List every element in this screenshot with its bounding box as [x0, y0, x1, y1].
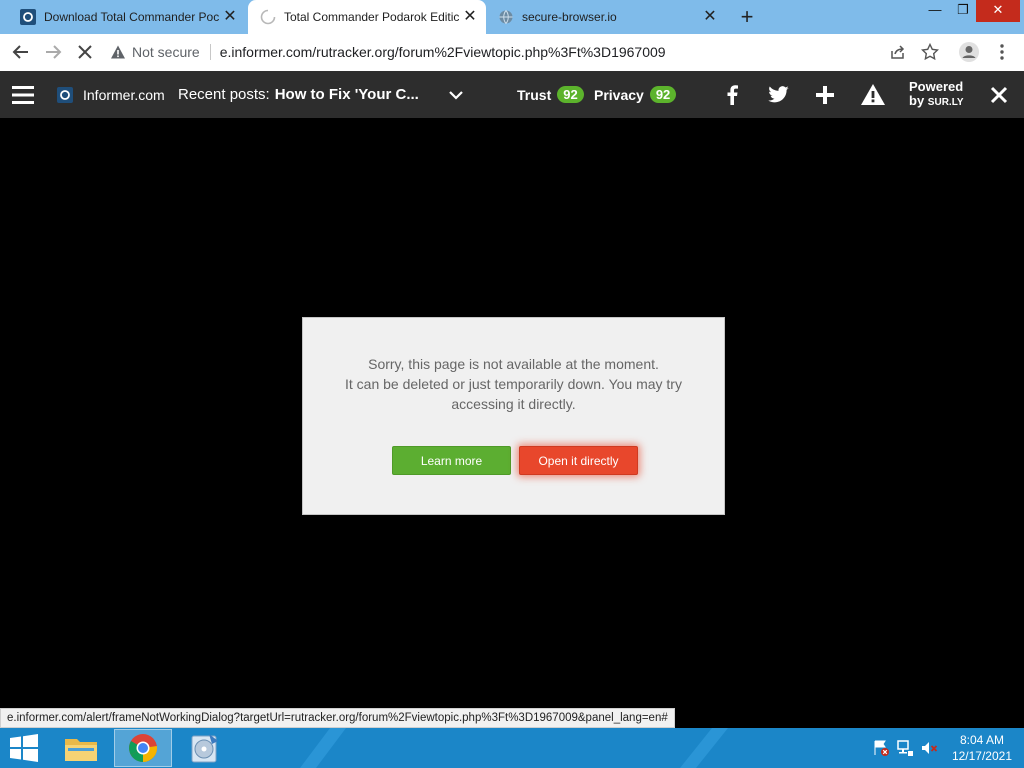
- divider: [209, 44, 211, 60]
- browser-toolbar: Not secure e.informer.com/rutracker.org/…: [0, 34, 1024, 72]
- close-tab-icon[interactable]: ✕: [222, 9, 238, 25]
- informer-favicon-icon: [20, 9, 36, 25]
- security-status[interactable]: Not secure: [132, 44, 200, 60]
- taskbar-file-explorer[interactable]: [52, 729, 110, 767]
- privacy-rating[interactable]: Privacy 92: [594, 71, 677, 118]
- frame-not-working-dialog: Sorry, this page is not available at the…: [302, 317, 725, 515]
- tab-title: secure-browser.io: [522, 10, 617, 24]
- tab-strip: Download Total Commander Poc ✕ Total Com…: [0, 0, 1024, 34]
- back-button[interactable]: [9, 40, 33, 64]
- taskbar-clock[interactable]: 8:04 AM 12/17/2021: [952, 732, 1012, 764]
- tab-secure-browser[interactable]: secure-browser.io ✕: [488, 0, 726, 34]
- trust-badge: 92: [557, 86, 584, 103]
- close-tab-icon[interactable]: ✕: [462, 9, 478, 25]
- network-icon[interactable]: [896, 739, 914, 757]
- learn-more-button[interactable]: Learn more: [392, 446, 511, 475]
- kebab-menu-icon: [1000, 44, 1004, 60]
- new-tab-button[interactable]: +: [737, 6, 757, 28]
- twitter-share-button[interactable]: [768, 71, 789, 118]
- add-button[interactable]: [816, 71, 834, 118]
- avatar-icon: [959, 42, 979, 62]
- windows-taskbar: 8:04 AM 12/17/2021: [0, 728, 1024, 768]
- powered-by-line: by SUR.LY: [909, 92, 964, 110]
- share-icon: [891, 45, 905, 59]
- tab-download-total-commander[interactable]: Download Total Commander Poc ✕: [8, 0, 246, 34]
- system-tray: [872, 728, 938, 768]
- restore-icon[interactable]: ❐: [948, 0, 978, 22]
- recent-post-title: How to Fix 'Your C...: [274, 86, 419, 103]
- dialog-line-2: It can be deleted or just temporarily do…: [345, 376, 682, 392]
- dialog-message: Sorry, this page is not available at the…: [303, 354, 724, 414]
- installer-disc-icon: [191, 734, 218, 763]
- dialog-line-3: accessing it directly.: [451, 396, 576, 412]
- close-surly-bar-button[interactable]: [990, 71, 1008, 118]
- powered-label: Powered: [909, 78, 964, 94]
- site-link[interactable]: Informer.com: [57, 71, 165, 118]
- taskbar-installer-app[interactable]: [176, 729, 234, 767]
- twitter-icon: [768, 86, 789, 103]
- start-button[interactable]: [0, 729, 48, 767]
- surly-top-bar: Informer.com Recent posts: How to Fix 'Y…: [0, 71, 1024, 118]
- facebook-icon: [727, 84, 738, 105]
- chevron-down-icon: [449, 90, 463, 100]
- recent-posts-dropdown[interactable]: [448, 71, 464, 118]
- close-tab-icon[interactable]: ✕: [702, 9, 718, 25]
- site-name: Informer.com: [83, 86, 165, 103]
- windows-logo-icon: [10, 734, 38, 762]
- informer-logo-icon: [57, 86, 73, 103]
- chrome-icon: [129, 734, 158, 763]
- warning-icon: [111, 45, 125, 59]
- recent-posts[interactable]: Recent posts: How to Fix 'Your C...: [178, 71, 419, 118]
- forward-arrow-icon: [46, 45, 62, 59]
- star-icon: [921, 43, 939, 61]
- stop-icon: [78, 45, 92, 59]
- hamburger-icon: [12, 85, 34, 104]
- close-icon: [990, 86, 1008, 103]
- powered-by-surly[interactable]: Powered by SUR.LY: [909, 71, 964, 118]
- open-directly-button[interactable]: Open it directly: [519, 446, 638, 475]
- trust-label: Trust: [517, 86, 552, 103]
- folder-icon: [65, 739, 97, 761]
- facebook-share-button[interactable]: [726, 71, 738, 118]
- surly-logo: SUR.LY: [927, 96, 964, 108]
- report-button[interactable]: [861, 71, 885, 118]
- warning-icon: [861, 84, 885, 105]
- url-text[interactable]: e.informer.com/rutracker.org/forum%2Fvie…: [220, 44, 666, 60]
- trust-rating[interactable]: Trust 92: [517, 71, 584, 118]
- recent-posts-label: Recent posts:: [178, 86, 270, 103]
- privacy-badge: 92: [649, 86, 677, 103]
- bookmark-button[interactable]: [918, 40, 942, 64]
- close-window-icon[interactable]: ✕: [976, 0, 1020, 22]
- share-button[interactable]: [886, 40, 910, 64]
- hamburger-menu-button[interactable]: [12, 71, 34, 118]
- clock-time: 8:04 AM: [959, 733, 1004, 747]
- address-bar[interactable]: Not secure e.informer.com/rutracker.org/…: [110, 38, 950, 66]
- dialog-line-1: Sorry, this page is not available at the…: [368, 356, 659, 372]
- link-status-bar: e.informer.com/alert/frameNotWorkingDial…: [0, 708, 675, 728]
- stop-loading-button[interactable]: [73, 40, 97, 64]
- privacy-label: Privacy: [594, 86, 644, 103]
- powered-by-label: by: [909, 92, 925, 108]
- tab-total-commander-podarok[interactable]: Total Commander Podarok Editic ✕: [248, 0, 486, 34]
- action-center-flag-icon[interactable]: [872, 739, 890, 757]
- menu-button[interactable]: [990, 40, 1014, 64]
- clock-date: 12/17/2021: [951, 749, 1012, 763]
- minimize-icon[interactable]: —: [920, 0, 950, 22]
- loading-spinner-icon: [260, 9, 276, 25]
- taskbar-chrome[interactable]: [114, 729, 172, 767]
- forward-button[interactable]: [41, 40, 65, 64]
- plus-icon: [816, 85, 834, 104]
- tab-title: Total Commander Podarok Editic: [284, 10, 459, 24]
- globe-icon: [499, 10, 513, 24]
- back-arrow-icon: [12, 45, 28, 59]
- profile-button[interactable]: [957, 40, 981, 64]
- volume-muted-icon[interactable]: [920, 739, 938, 757]
- tab-title: Download Total Commander Poc: [44, 10, 219, 24]
